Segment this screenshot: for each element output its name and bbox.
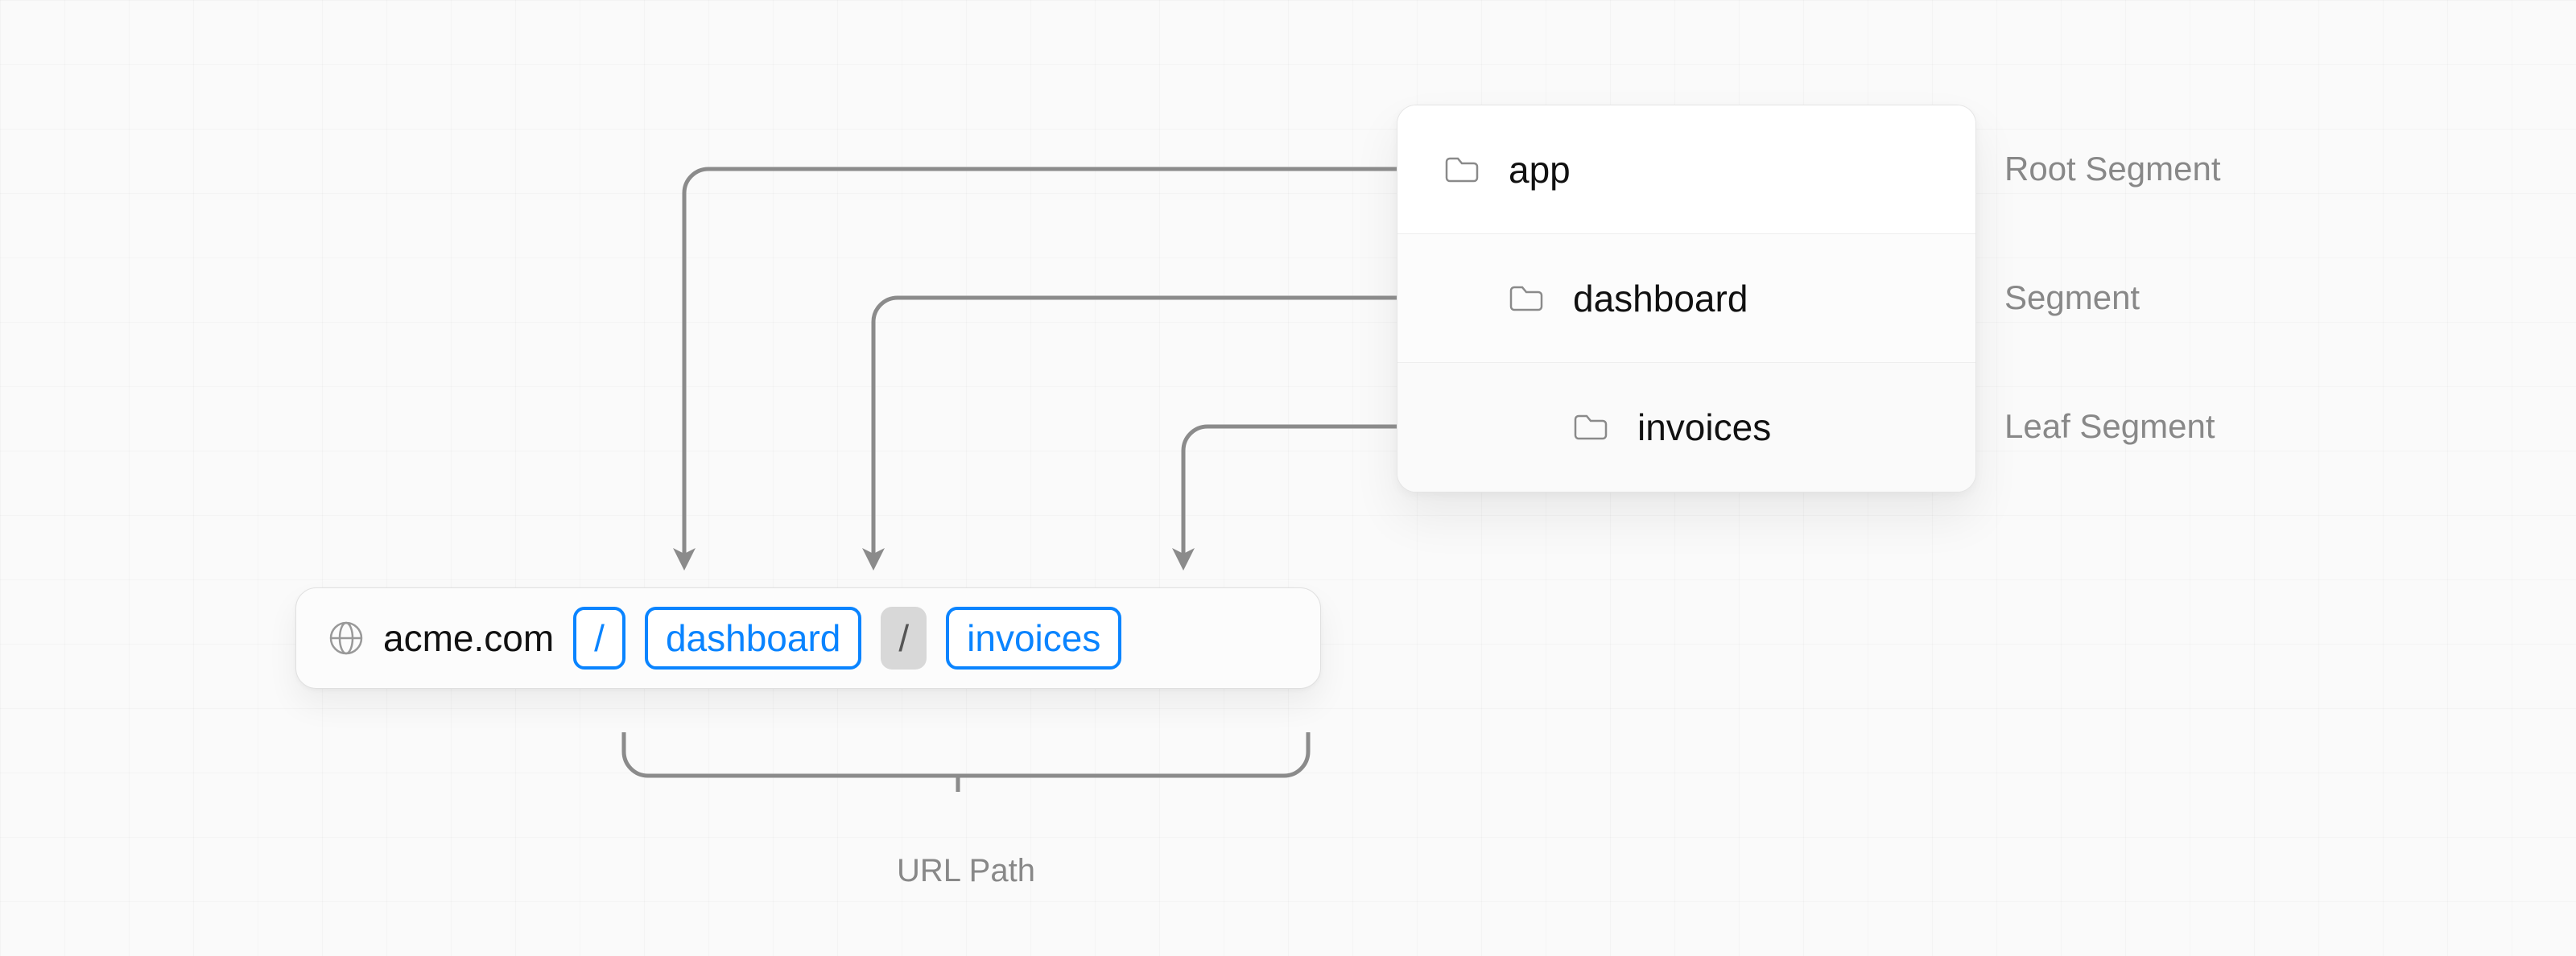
folder-name: invoices (1637, 406, 1771, 449)
folder-row-dashboard: dashboard (1397, 234, 1975, 363)
url-domain: acme.com (383, 616, 554, 660)
folder-icon (1444, 155, 1480, 184)
folder-tree: app dashboard invoices (1397, 105, 1976, 492)
folder-row-invoices: invoices (1397, 363, 1975, 492)
url-path-caption: URL Path (612, 853, 1320, 889)
folder-icon (1573, 413, 1608, 442)
folder-name: dashboard (1573, 277, 1748, 320)
folder-name: app (1509, 148, 1571, 192)
url-segment-invoices: invoices (946, 607, 1121, 670)
url-segment-dashboard: dashboard (645, 607, 861, 670)
segment-type-leaf: Leaf Segment (2004, 362, 2407, 491)
segment-type-labels: Root Segment Segment Leaf Segment (2004, 105, 2407, 491)
folder-row-app: app (1397, 105, 1975, 234)
folder-icon (1509, 284, 1544, 313)
segment-type-root: Root Segment (2004, 105, 2407, 233)
url-slash-1: / (573, 607, 625, 670)
url-bar: acme.com / dashboard / invoices (295, 587, 1321, 689)
url-slash-2: / (881, 607, 927, 670)
segment-type-segment: Segment (2004, 233, 2407, 362)
globe-icon (328, 620, 364, 656)
